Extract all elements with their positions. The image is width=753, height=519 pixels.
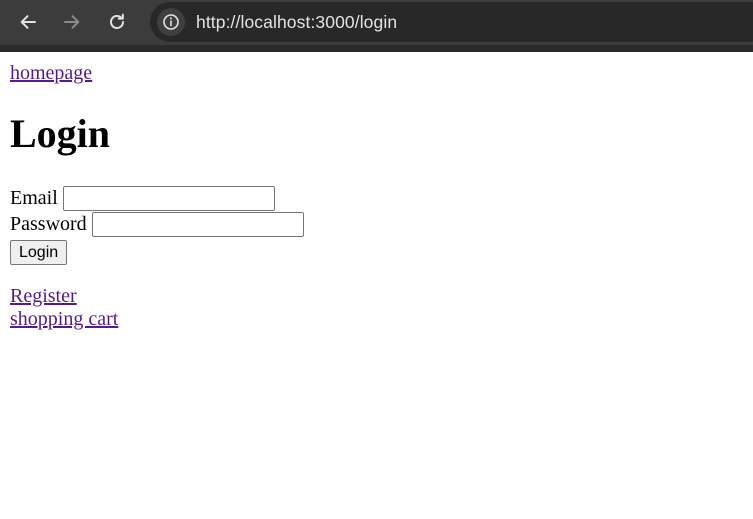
url-text[interactable]: http://localhost:3000/login xyxy=(196,12,397,33)
login-button[interactable]: Login xyxy=(10,240,68,265)
back-button[interactable] xyxy=(14,8,42,36)
address-bar[interactable]: http://localhost:3000/login xyxy=(150,2,753,42)
page-title: Login xyxy=(10,111,111,156)
password-label: Password xyxy=(10,213,87,235)
page-content: homepage Login Email Password Login Regi… xyxy=(0,52,753,519)
forward-button[interactable] xyxy=(58,8,86,36)
browser-toolbar: http://localhost:3000/login xyxy=(0,0,753,52)
email-field[interactable] xyxy=(62,186,275,211)
register-link[interactable]: Register xyxy=(10,285,77,308)
homepage-link[interactable]: homepage xyxy=(10,62,92,85)
site-info-button[interactable] xyxy=(157,8,185,36)
forward-arrow-icon xyxy=(64,15,80,29)
info-icon xyxy=(163,14,179,30)
back-arrow-icon xyxy=(20,15,36,29)
email-label: Email xyxy=(10,187,58,209)
email-row: Email xyxy=(10,186,275,211)
shopping-cart-link[interactable]: shopping cart xyxy=(10,308,118,331)
password-field[interactable] xyxy=(91,212,304,237)
reload-button[interactable] xyxy=(103,8,131,36)
password-row: Password xyxy=(10,212,304,237)
reload-icon xyxy=(110,13,124,29)
